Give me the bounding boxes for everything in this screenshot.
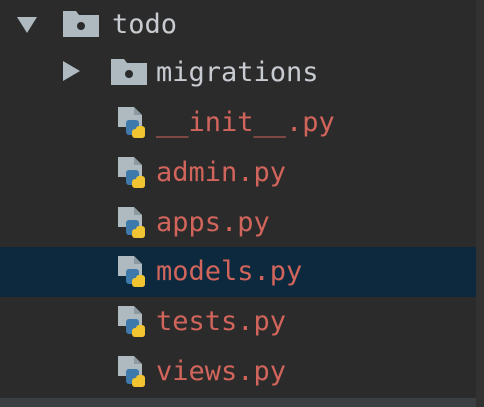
panel-right-border	[476, 0, 484, 407]
tree-row-file[interactable]: tests.py	[0, 297, 476, 347]
python-file-icon	[118, 107, 145, 138]
file-label: __init__.py	[156, 107, 335, 138]
folder-icon	[111, 59, 147, 85]
tree-row-file[interactable]: admin.py	[0, 148, 476, 198]
python-file-icon	[118, 256, 145, 287]
file-label: tests.py	[156, 306, 287, 337]
file-label: admin.py	[156, 157, 287, 188]
file-label: views.py	[156, 356, 287, 387]
file-label: apps.py	[156, 207, 270, 238]
tree-row-file[interactable]: __init__.py	[0, 98, 476, 148]
python-file-icon	[118, 157, 145, 188]
panel-bottom-border	[0, 398, 476, 407]
tree-row-file-selected[interactable]: models.py	[0, 247, 476, 297]
tree-row-file[interactable]: apps.py	[0, 198, 476, 248]
chevron-right-icon[interactable]	[60, 61, 82, 81]
python-file-icon	[118, 356, 145, 387]
project-tree: todo migrations __init__.py admin.py app…	[0, 0, 484, 407]
python-file-icon	[118, 207, 145, 238]
tree-row-todo[interactable]: todo	[0, 0, 476, 50]
python-file-icon	[118, 306, 145, 337]
folder-label-migrations: migrations	[156, 57, 319, 88]
folder-label-todo: todo	[112, 9, 178, 40]
tree-row-migrations[interactable]: migrations	[0, 48, 476, 98]
tree-row-file[interactable]: views.py	[0, 347, 476, 397]
file-label: models.py	[156, 256, 303, 287]
folder-icon	[63, 11, 99, 37]
chevron-down-icon[interactable]	[16, 15, 38, 35]
